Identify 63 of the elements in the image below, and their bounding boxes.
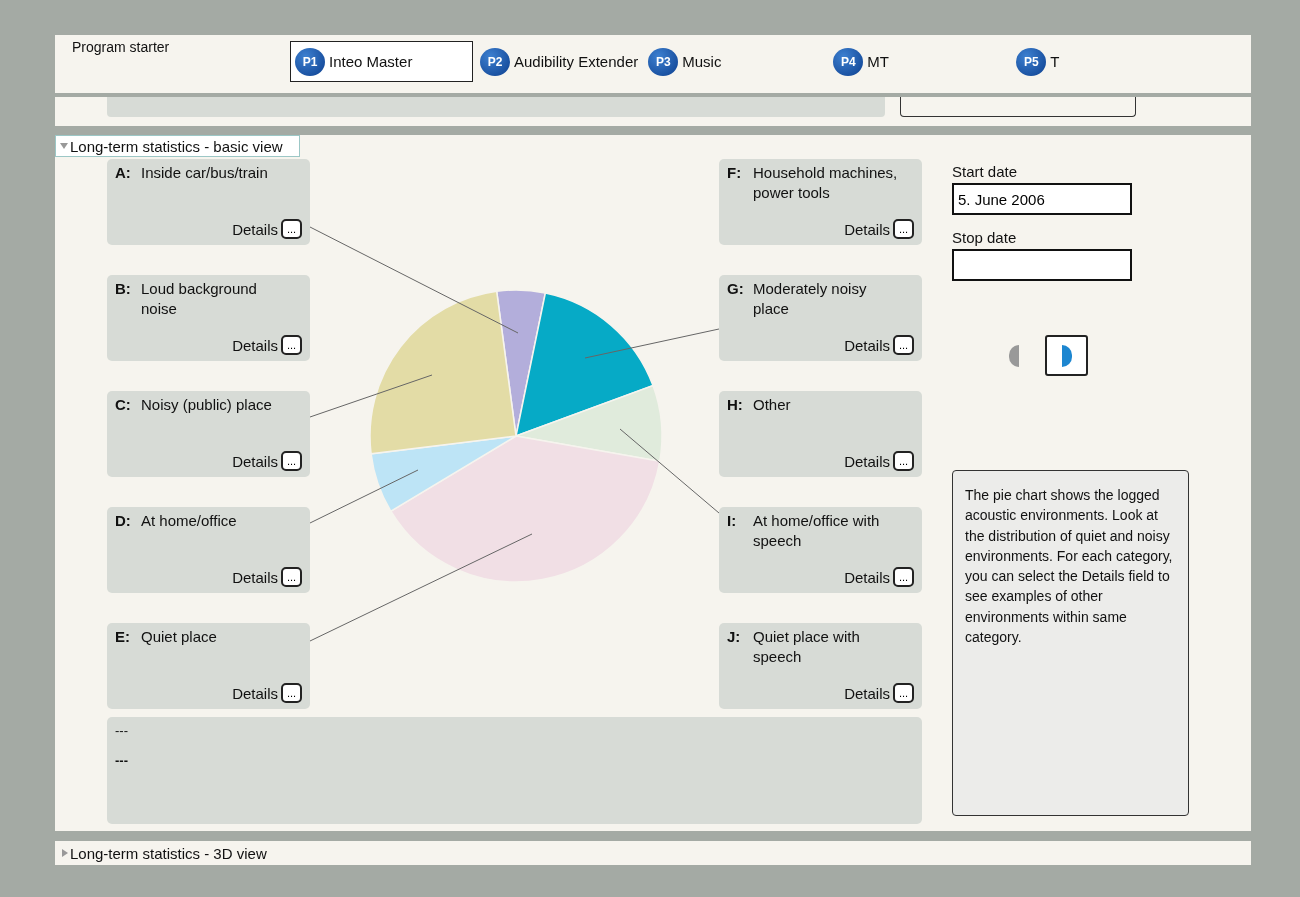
category-letter: D: xyxy=(115,511,131,531)
category-letter: J: xyxy=(727,627,742,647)
details-button[interactable]: ... xyxy=(893,683,914,703)
program-tab[interactable]: P1 Inteo Master xyxy=(290,41,473,82)
section-title: Long-term statistics - basic view xyxy=(70,137,283,155)
category-label: Quiet place xyxy=(141,627,218,647)
program-badge: P2 xyxy=(480,47,510,76)
start-date-label: Start date xyxy=(952,163,1019,182)
category-label: Household machines, power tools xyxy=(753,163,899,203)
category-label: Quiet place with speech xyxy=(753,627,861,667)
program-tab[interactable]: P5 T xyxy=(1011,41,1195,82)
category-label: At home/office with speech xyxy=(753,511,881,551)
section-header[interactable]: Long-term statistics - 3D view xyxy=(55,842,284,864)
program-tab[interactable]: P3 Music xyxy=(643,41,829,82)
details-button[interactable]: ... xyxy=(281,451,302,471)
details-label: Details xyxy=(232,452,278,470)
section-title: Long-term statistics - 3D view xyxy=(70,844,267,862)
category-letter: H: xyxy=(727,395,743,415)
details-label: Details xyxy=(232,336,278,354)
details-button[interactable]: ... xyxy=(893,451,914,471)
program-badge: P4 xyxy=(833,47,864,76)
details-label: Details xyxy=(232,220,278,238)
view-toggle[interactable] xyxy=(1045,335,1088,376)
program-badge: P5 xyxy=(1016,47,1047,76)
category-label: Moderately noisy place xyxy=(753,279,868,319)
category-letter: C: xyxy=(115,395,131,415)
program-tab[interactable]: P4 MT xyxy=(828,41,1012,82)
details-button[interactable]: ... xyxy=(281,683,302,703)
program-badge: P1 xyxy=(295,47,325,76)
category-letter: F: xyxy=(727,163,743,183)
program-badge: P3 xyxy=(648,47,679,76)
details-label: Details xyxy=(844,452,890,470)
details-button[interactable]: ... xyxy=(281,567,302,587)
category-label: Other xyxy=(753,395,792,415)
category-label: Noisy (public) place xyxy=(141,395,273,415)
start-date-field[interactable]: 5. June 2006 xyxy=(952,183,1132,215)
info-text: --- xyxy=(115,723,129,740)
details-label: Details xyxy=(844,336,890,354)
details-label: Details xyxy=(232,684,278,702)
details-button[interactable]: ... xyxy=(281,219,302,239)
details-button[interactable]: ... xyxy=(281,335,302,355)
category-letter: B: xyxy=(115,279,131,299)
category-letter: G: xyxy=(727,279,743,299)
category-letter: E: xyxy=(115,627,131,647)
details-label: Details xyxy=(844,220,890,238)
details-label: Details xyxy=(232,568,278,586)
help-text: The pie chart shows the logged acoustic environments. Look at the distribution of quiet and noisy environments. For each category, you can select the Details field to see examples of other environments within same category. xyxy=(965,486,1173,648)
panel-title: Program starter xyxy=(72,39,170,55)
details-button[interactable]: ... xyxy=(893,219,914,239)
details-button[interactable]: ... xyxy=(893,567,914,587)
category-label: Loud background noise xyxy=(141,279,258,319)
stop-date-label: Stop date xyxy=(952,229,1018,248)
category-label: At home/office xyxy=(141,511,238,531)
details-label: Details xyxy=(844,684,890,702)
info-text: --- xyxy=(115,753,129,770)
category-letter: I: xyxy=(727,511,738,531)
section-header[interactable]: Long-term statistics - basic view xyxy=(55,135,300,157)
category-letter: A: xyxy=(115,163,131,183)
details-button[interactable]: ... xyxy=(893,335,914,355)
category-label: Inside car/bus/train xyxy=(141,163,269,183)
stop-date-field[interactable] xyxy=(952,249,1132,281)
program-tab[interactable]: P2 Audibility Extender xyxy=(475,41,644,82)
details-label: Details xyxy=(844,568,890,586)
